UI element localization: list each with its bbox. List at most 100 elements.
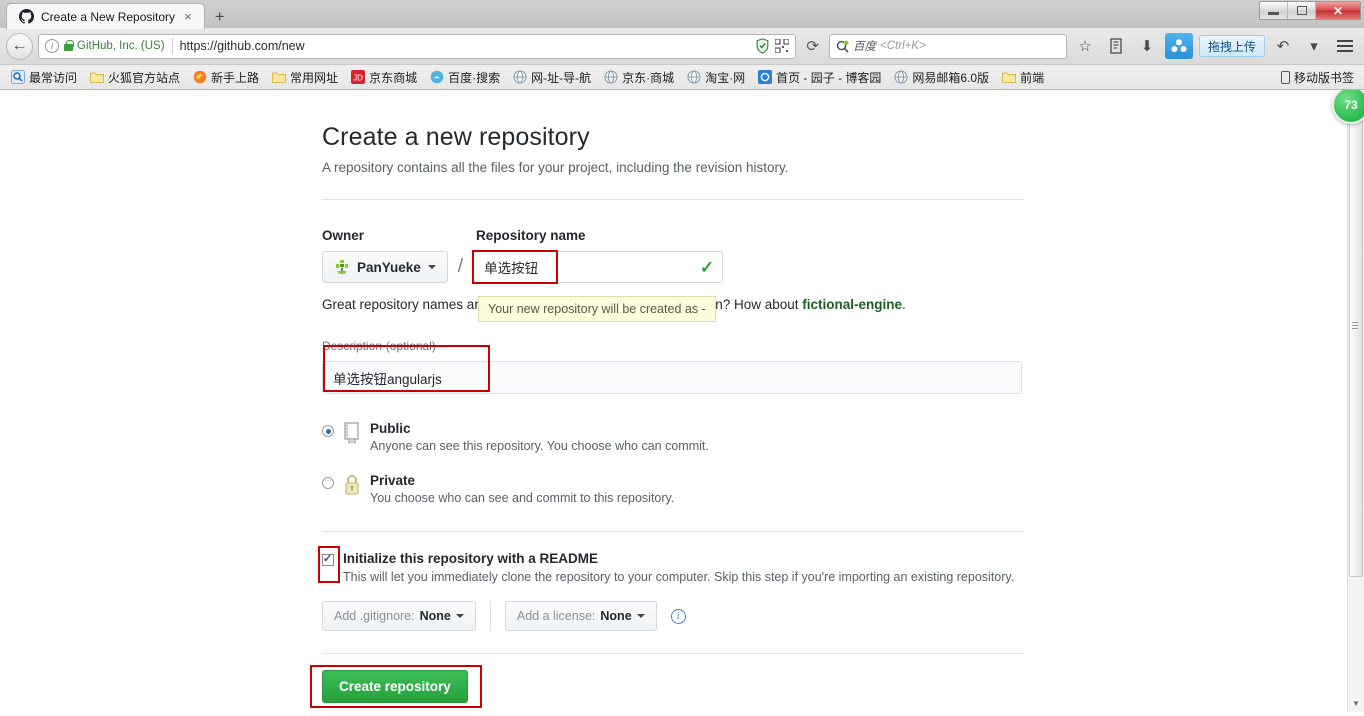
divider-middle [322,531,1024,532]
bookmark-label: 首页 - 园子 - 博客园 [776,70,882,85]
cnblogs-icon [758,70,773,84]
owner-label: Owner [322,228,365,243]
owner-avatar [336,260,348,274]
tab-strip: Create a New Repository × + ✕ [0,0,1364,29]
bookmark-item[interactable]: 火狐官方站点 [85,68,185,87]
repository-name-input[interactable] [473,251,724,283]
bookmark-label: 常用网址 [290,70,339,85]
hamburger-menu-icon[interactable] [1332,33,1358,59]
bookmark-item[interactable]: 百度·搜索 [425,68,505,87]
tab-title: Create a New Repository [41,9,176,24]
visibility-option-public[interactable]: Public Anyone can see this repository. Y… [322,421,1024,453]
mobile-bookmarks-icon [1280,70,1290,84]
navigation-bar: ← i GitHub, Inc. (US) https://github.com… [0,28,1364,64]
info-icon[interactable]: i [670,608,686,624]
library-icon[interactable] [1103,33,1129,59]
bookmark-label: 淘宝·网 [705,70,746,85]
bookmark-item[interactable]: 淘宝·网 [682,68,750,87]
initialize-readme-label: Initialize this repository with a README [343,551,599,566]
maximize-button[interactable] [1288,2,1316,19]
browser-tab[interactable]: Create a New Repository × [6,3,205,29]
back-button[interactable]: ← [6,32,33,60]
mobile-bookmarks-label: 移动版书签 [1293,70,1354,85]
bookmark-label: 火狐官方站点 [108,70,181,85]
visibility-private-description: You choose who can see and commit to thi… [370,491,675,505]
cloud-upload-tooltip: 拖拽上传 [1198,35,1265,57]
gitignore-dropdown[interactable]: Add .gitignore: None [322,601,476,631]
new-tab-button[interactable]: + [205,5,235,29]
gitignore-value: None [419,609,451,623]
owner-repo-row: PanYueke / ✓ [322,250,1024,284]
hint-suffix: . [902,297,906,312]
page-info-icon[interactable]: i [45,39,59,53]
bookmark-star-icon[interactable]: ☆ [1072,33,1098,59]
tab-close-icon[interactable]: × [182,10,194,23]
floating-score-badge[interactable]: 73 [1332,90,1364,124]
bookmark-item[interactable]: 最常访问 [6,68,82,87]
visibility-options: Public Anyone can see this repository. Y… [322,421,1024,505]
scroll-down-button[interactable]: ▼ [1348,695,1364,712]
license-dropdown[interactable]: Add a license: None [504,601,657,631]
shield-icon[interactable] [755,38,770,54]
history-back-icon[interactable]: ↶ [1270,33,1296,59]
repository-name-hint: Great repository names are short and mem… [322,296,1024,322]
path-separator: / [457,256,464,277]
mobile-bookmarks-item[interactable]: 移动版书签 [1280,69,1358,86]
radio-private[interactable] [322,477,334,489]
minimize-button[interactable] [1260,2,1288,19]
bookmark-item[interactable]: 新手上路 [188,68,264,87]
radio-public[interactable] [322,425,334,437]
description-optional-text: (optional) [385,339,436,353]
search-icon [836,40,849,53]
reload-button[interactable]: ⟳ [801,37,824,55]
initialize-readme-checkbox[interactable] [322,552,334,566]
qr-code-icon[interactable] [775,39,790,53]
create-repository-button[interactable]: Create repository [322,670,468,703]
page-title: Create a new repository [322,123,590,151]
downloads-icon[interactable]: ⬇ [1134,33,1160,59]
bookmark-item[interactable]: 网易邮箱6.0版 [889,68,994,87]
owner-name: PanYueke [357,259,421,275]
baidu-cloud-icon[interactable] [1164,33,1193,59]
page-subtitle: A repository contains all the files for … [322,160,789,175]
description-label: Description (optional) [322,338,1024,353]
gitignore-prefix: Add .gitignore: [334,609,415,623]
lock-icon [64,40,74,51]
chevron-down-icon [427,265,436,269]
picker-divider [489,601,491,631]
valid-check-icon: ✓ [699,258,715,277]
globe-icon [604,70,618,84]
scrollbar-thumb[interactable] [1349,107,1363,577]
globe-icon [894,70,908,84]
close-window-button[interactable]: ✕ [1316,2,1360,19]
bookmark-item[interactable]: 首页 - 园子 - 博客园 [753,68,886,87]
bookmark-label: 新手上路 [211,70,260,85]
divider-bottom [322,653,1024,654]
owner-dropdown[interactable]: PanYueke [322,251,448,283]
bookmark-item[interactable]: 网-址-导-航 [508,68,596,87]
github-icon [19,9,34,24]
search-bar[interactable]: 百度 <Ctrl+K> [828,33,1067,59]
bookmark-item[interactable]: JD 京东商城 [346,68,422,87]
visibility-option-private[interactable]: Private You choose who can see and commi… [322,473,1024,505]
page-viewport: Create a new repository A repository con… [0,90,1364,712]
bookmark-label: 网-址-导-航 [531,70,592,85]
baidu-icon [430,70,444,84]
jd-icon: JD [351,70,366,84]
folder-icon [90,72,105,84]
scrollbar-grip [1352,322,1358,329]
bookmark-item[interactable]: 常用网址 [267,68,343,87]
description-wrapper [322,345,1022,394]
page-scrollbar[interactable]: ▲ ▼ [1347,90,1364,712]
chevron-down-icon [636,614,645,618]
folder-icon [272,72,287,84]
hint-suggestion: fictional-engine [802,297,903,312]
description-input[interactable] [322,361,1022,394]
folder-icon [1002,72,1017,84]
field-labels-row: Owner Repository name [322,228,1024,243]
bookmark-item[interactable]: 前端 [997,68,1049,87]
bookmark-item[interactable]: 京东·商城 [599,68,679,87]
submit-wrapper: Create repository [310,665,482,708]
history-more-icon[interactable]: ▾ [1301,33,1327,59]
address-bar[interactable]: i GitHub, Inc. (US) https://github.com/n… [38,33,797,59]
